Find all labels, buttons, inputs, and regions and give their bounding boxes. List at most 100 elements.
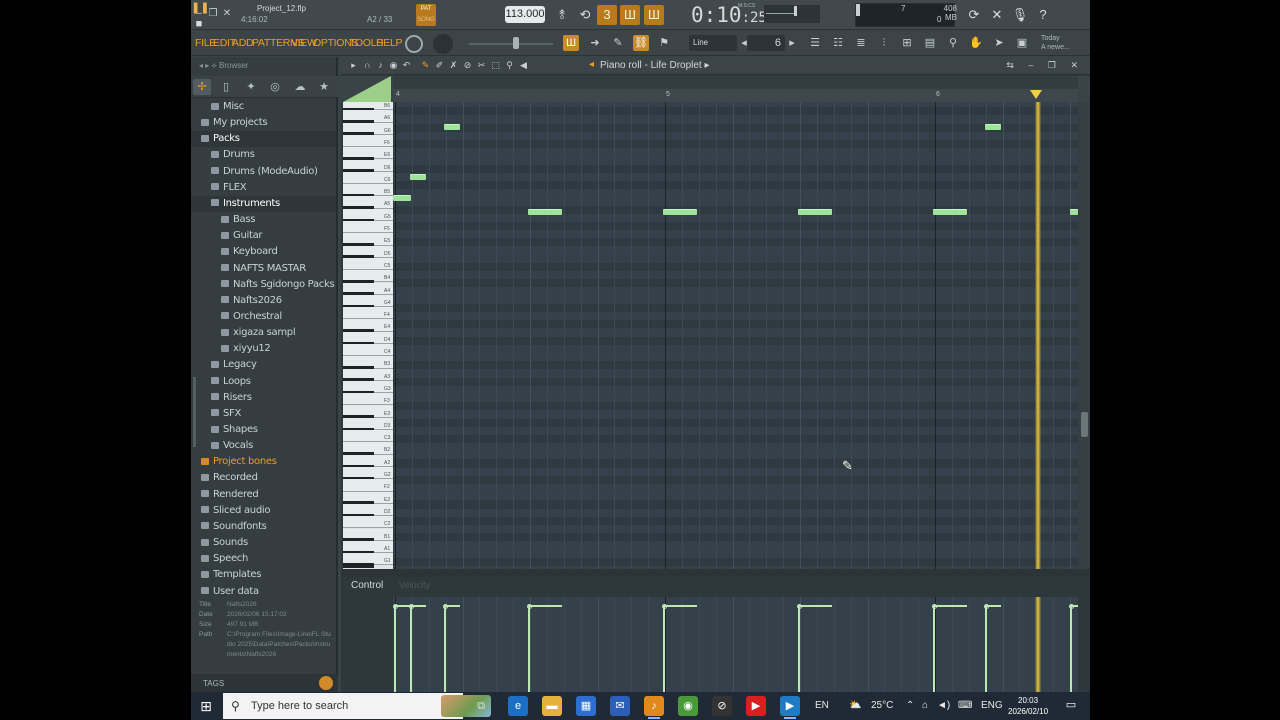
tools-icon[interactable]: ✕: [987, 5, 1007, 25]
browser-item[interactable]: Loops: [191, 374, 336, 390]
delete-tool-icon[interactable]: ✗: [447, 59, 460, 72]
velocity-bar[interactable]: [933, 607, 935, 692]
file-explorer-icon[interactable]: ▬: [542, 696, 562, 716]
countdown-icon[interactable]: 3: [597, 5, 617, 25]
shortcut-icon[interactable]: ➤: [991, 35, 1007, 51]
cart-icon[interactable]: ▣: [1014, 35, 1030, 51]
arrow-right-icon[interactable]: ➜: [587, 35, 603, 51]
menu-add[interactable]: ADD: [232, 37, 254, 49]
loop-record-icon[interactable]: ⟲: [575, 5, 595, 25]
media-player-icon[interactable]: ▶: [780, 696, 800, 719]
cloud-icon[interactable]: ☁: [291, 79, 309, 95]
browser-item[interactable]: Project bones: [191, 454, 336, 470]
task-view-icon[interactable]: ⧉: [471, 696, 491, 716]
browser-item[interactable]: Nafts2026: [191, 293, 336, 309]
piano-note[interactable]: [798, 209, 832, 215]
browser-item[interactable]: Drums: [191, 147, 336, 163]
control-tab[interactable]: Control: [351, 580, 383, 591]
browser-item[interactable]: Sliced audio: [191, 503, 336, 519]
velocity-bar[interactable]: [985, 607, 987, 692]
velocity-lane[interactable]: [393, 597, 1078, 692]
undo-icon[interactable]: ↶: [400, 59, 413, 72]
master-pitch-knob[interactable]: [433, 34, 453, 54]
current-project-icon[interactable]: ▯: [217, 79, 235, 95]
browser-item[interactable]: Legacy: [191, 357, 336, 373]
youtube-icon[interactable]: ▶: [746, 696, 766, 716]
browser-item[interactable]: User data: [191, 584, 336, 596]
browser-item[interactable]: Sounds: [191, 535, 336, 551]
plugin-picker-icon[interactable]: ▤: [922, 35, 938, 51]
browser-item[interactable]: Shapes: [191, 422, 336, 438]
plugin-icon[interactable]: ⚲: [945, 35, 961, 51]
browser-item[interactable]: Templates: [191, 567, 336, 583]
sound-icon[interactable]: ◎: [266, 79, 284, 95]
language-indicator[interactable]: EN: [815, 700, 829, 711]
browser-item[interactable]: Nafts Sgidongo Packs: [191, 277, 336, 293]
browser-item[interactable]: Risers: [191, 390, 336, 406]
windows-start-icon[interactable]: ⊞: [191, 692, 221, 720]
browser-item[interactable]: My projects: [191, 115, 336, 131]
chrome-icon[interactable]: ◉: [678, 696, 698, 716]
velocity-tab[interactable]: Velocity: [399, 580, 430, 590]
step-value[interactable]: 6: [747, 35, 785, 51]
stamp-icon[interactable]: ⚑: [656, 35, 672, 51]
browser-item[interactable]: xiyyu12: [191, 341, 336, 357]
piano-note[interactable]: [528, 209, 562, 215]
speaker-icon[interactable]: ◀: [517, 59, 530, 72]
browser-item[interactable]: Instruments: [191, 195, 336, 212]
all-files-icon[interactable]: ✢: [193, 79, 211, 95]
black-key[interactable]: [343, 562, 374, 568]
piano-keyboard[interactable]: B6 A6 G6 F6 E6 D6 C6 B5 A5 G5 F5 E5 D5 C5 B4 A4 G4 F4 E4 D4…: [343, 102, 393, 569]
tempo-tapper-icon[interactable]: ✋: [968, 35, 984, 51]
velocity-bar[interactable]: [1070, 607, 1072, 692]
browser-item[interactable]: Soundfonts: [191, 519, 336, 535]
playlist-icon[interactable]: ☰: [807, 35, 823, 51]
browser-item[interactable]: Guitar: [191, 228, 336, 244]
browser-item[interactable]: FLEX: [191, 180, 336, 196]
bar-ruler[interactable]: 4 5 6: [393, 89, 1078, 102]
browser-item[interactable]: Vocals: [191, 438, 336, 454]
browser-scrollbar[interactable]: [193, 377, 196, 447]
mixer-icon[interactable]: ⫶: [876, 35, 892, 51]
browser-item[interactable]: NAFTS MASTAR: [191, 261, 336, 277]
playhead-marker[interactable]: [1030, 90, 1042, 99]
fl-studio-icon[interactable]: ♪: [644, 696, 664, 719]
piano-note[interactable]: [985, 124, 1001, 130]
browser-item[interactable]: Rendered: [191, 487, 336, 503]
pianoroll-icon[interactable]: ☷: [830, 35, 846, 51]
blend-notes-icon[interactable]: Ш: [644, 5, 664, 25]
browser-icon[interactable]: ⊞: [899, 35, 915, 51]
edge-icon[interactable]: e: [508, 696, 528, 716]
vertical-scrollbar[interactable]: [1078, 102, 1090, 569]
browser-item[interactable]: Bass: [191, 212, 336, 228]
magnet-icon[interactable]: ∩: [361, 59, 374, 72]
pat-song-toggle[interactable]: PAT SONG: [416, 4, 436, 26]
piano-note[interactable]: [933, 209, 967, 215]
step-right-icon[interactable]: ▸: [784, 35, 800, 51]
keyboard-icon[interactable]: ⌨: [958, 700, 972, 711]
browser-item[interactable]: Recorded: [191, 470, 336, 486]
master-slider[interactable]: [469, 43, 553, 45]
restore-icon[interactable]: ❐: [207, 8, 219, 20]
tray-chevron-icon[interactable]: ⌃: [906, 700, 914, 711]
menu-arrow-icon[interactable]: ▸: [347, 59, 360, 72]
browser-item[interactable]: Orchestral: [191, 309, 336, 325]
piano-roll-title[interactable]: Piano roll - Life Droplet ▸: [600, 60, 710, 71]
microphone-icon[interactable]: 🎙: [1010, 5, 1030, 25]
close-icon[interactable]: ✕: [221, 8, 233, 20]
store-icon[interactable]: ▦: [576, 696, 596, 716]
refresh-icon[interactable]: ⟳: [964, 5, 984, 25]
metronome-icon[interactable]: ⥉: [552, 5, 572, 25]
browser-item[interactable]: Speech: [191, 551, 336, 567]
volume-icon[interactable]: ◄): [937, 700, 950, 711]
snap-icon[interactable]: Ш: [563, 35, 579, 51]
record-tool-icon[interactable]: ◉: [387, 59, 400, 72]
app-icon[interactable]: ⊘: [712, 696, 732, 716]
input-language[interactable]: ENG: [981, 700, 1003, 711]
minimize-icon[interactable]: ‒: [193, 8, 205, 20]
browser-item[interactable]: Drums (ModeAudio): [191, 164, 336, 180]
browser-item[interactable]: xigaza sampl: [191, 325, 336, 341]
piano-note[interactable]: [410, 174, 426, 180]
timeline-overview[interactable]: [393, 76, 1078, 89]
channel-rack-icon[interactable]: ≣: [853, 35, 869, 51]
